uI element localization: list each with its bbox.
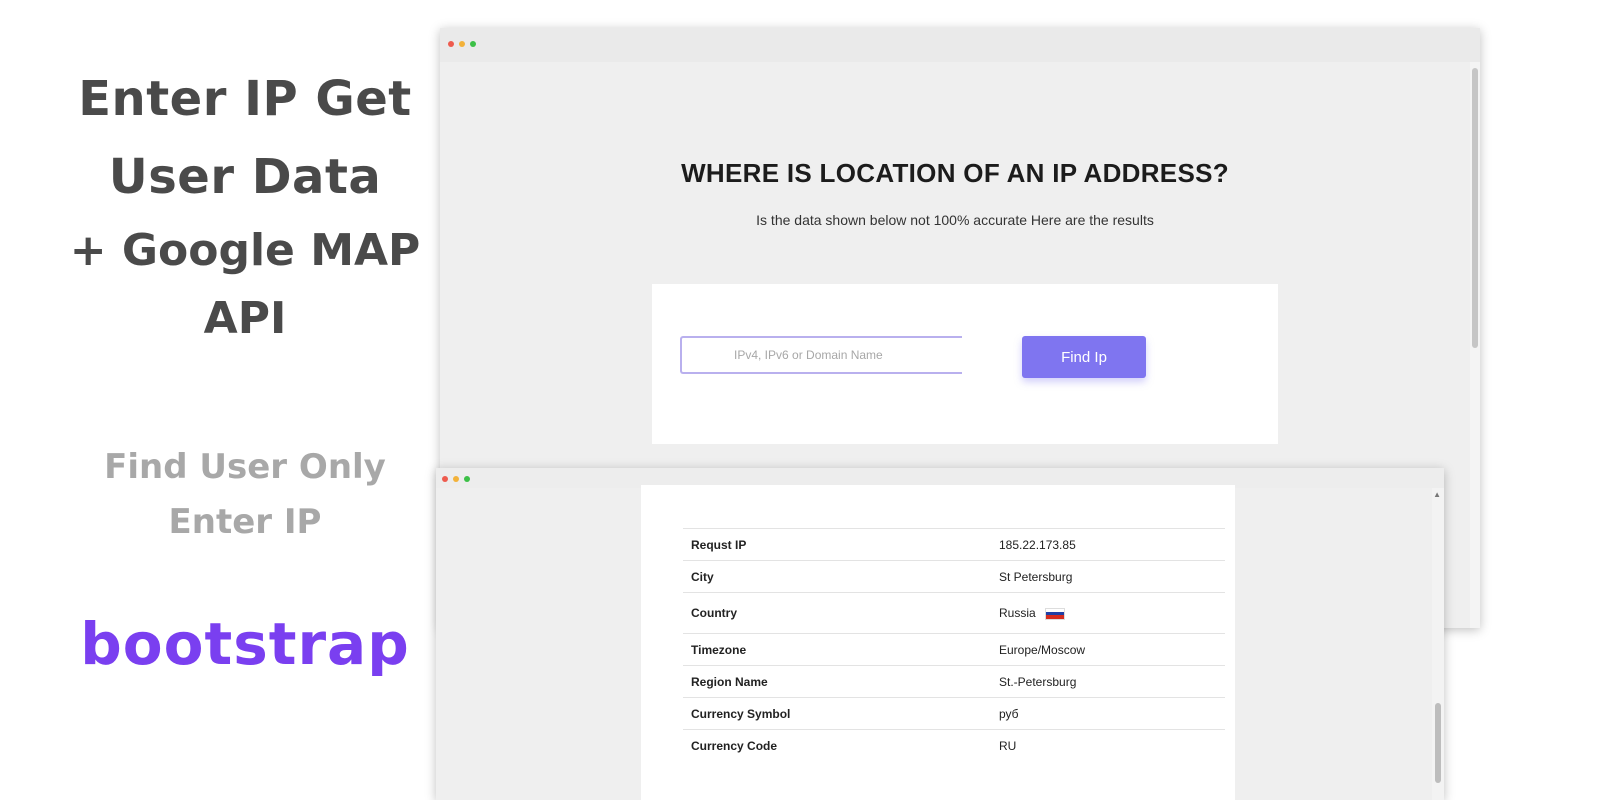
row-value: 185.22.173.85 [999, 537, 1076, 552]
row-key: Country [691, 606, 737, 620]
row-value: St.-Petersburg [999, 674, 1077, 689]
close-window-dot[interactable] [448, 41, 454, 47]
scrollbar-thumb[interactable] [1435, 703, 1441, 783]
maximize-window-dot[interactable] [464, 476, 470, 482]
row-value: St Petersburg [999, 569, 1073, 584]
window-controls [448, 41, 476, 47]
row-key: Timezone [691, 642, 747, 657]
promo-panel: Enter IP Get User Data + Google MAP API … [40, 60, 450, 678]
table-row: Region Name St.-Petersburg [683, 665, 1225, 698]
scrollbar-thumb[interactable] [1472, 68, 1478, 348]
table-row: Currency Code RU [683, 729, 1225, 762]
row-key: Region Name [691, 674, 768, 689]
row-key: Currency Code [691, 738, 778, 753]
search-card: Find Ip [652, 284, 1278, 444]
scroll-up-arrow-icon[interactable]: ▲ [1433, 490, 1441, 499]
promo-line-3: + Google MAP [69, 225, 421, 276]
russia-flag-icon [1045, 607, 1066, 620]
browser-window-results: Requst IP 185.22.173.85 City St Petersbu… [436, 468, 1444, 800]
find-ip-button[interactable]: Find Ip [1022, 336, 1146, 378]
table-row: Requst IP 185.22.173.85 [683, 528, 1225, 561]
minimize-window-dot[interactable] [459, 41, 465, 47]
close-window-dot[interactable] [442, 476, 448, 482]
window-controls [442, 476, 470, 482]
minimize-window-dot[interactable] [453, 476, 459, 482]
brand-logo-text: bootstrap [80, 610, 410, 678]
promo-line-5: Find User Only [104, 447, 386, 487]
flag-stripe [1046, 615, 1065, 619]
row-key: Requst IP [691, 537, 747, 552]
row-key: City [691, 569, 714, 584]
row-key: Currency Symbol [691, 706, 791, 721]
results-card: Requst IP 185.22.173.85 City St Petersbu… [641, 485, 1235, 800]
promo-line-1: Enter IP Get [78, 71, 412, 127]
table-row: City St Petersburg [683, 560, 1225, 593]
table-row: Currency Symbol руб [683, 697, 1225, 730]
page-title: WHERE IS LOCATION OF AN IP ADDRESS? [681, 158, 1229, 188]
row-value: Europe/Moscow [999, 642, 1086, 657]
results-table: Requst IP 185.22.173.85 City St Petersbu… [683, 528, 1225, 761]
maximize-window-dot[interactable] [470, 41, 476, 47]
page-subtitle: Is the data shown below not 100% accurat… [756, 212, 1154, 228]
row-value: руб [999, 706, 1019, 721]
table-row: Timezone Europe/Moscow [683, 633, 1225, 666]
row-value-cell: Russia [991, 593, 1225, 634]
row-value: Russia [999, 606, 1036, 620]
row-value: RU [999, 738, 1017, 753]
table-row: Country Russia [683, 592, 1225, 634]
window-titlebar [440, 28, 1480, 62]
promo-line-6: Enter IP [168, 502, 322, 542]
promo-line-4: API [203, 293, 287, 344]
ip-search-input[interactable] [680, 336, 962, 374]
promo-line-2: User Data [108, 149, 382, 205]
